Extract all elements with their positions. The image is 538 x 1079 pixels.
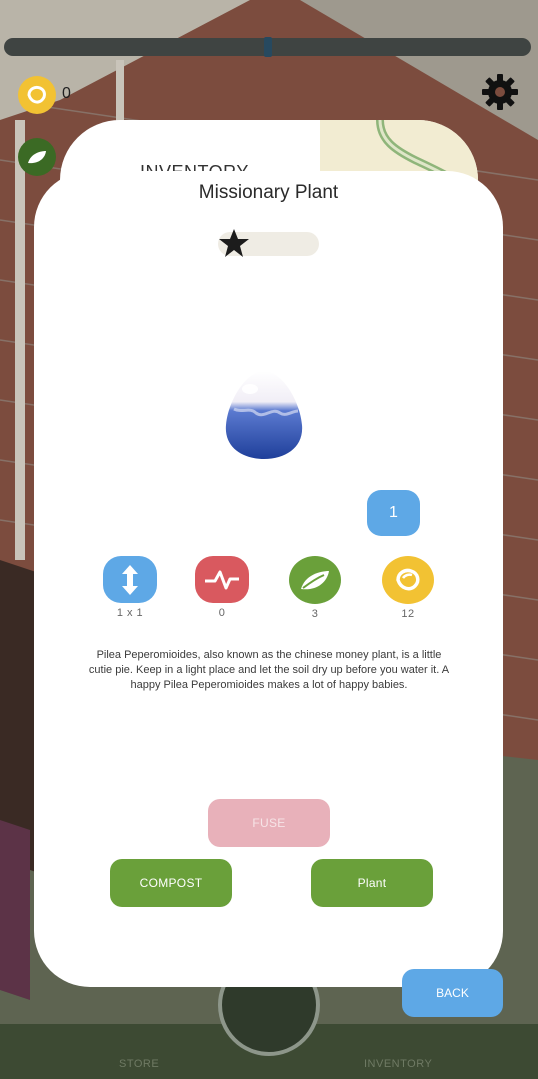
stat-health-value: 0 xyxy=(218,607,226,619)
size-arrows-icon xyxy=(103,556,157,603)
stat-leaves: 3 xyxy=(285,556,345,620)
compost-button[interactable]: COMPOST xyxy=(110,859,232,907)
stat-acorns: 12 xyxy=(378,556,438,620)
stat-health: 0 xyxy=(192,556,252,619)
acorn-count: 0 xyxy=(62,85,71,102)
acorn-icon xyxy=(27,85,46,104)
star-icon xyxy=(219,229,249,257)
nav-store[interactable]: STORE xyxy=(119,1058,159,1070)
stat-size-value: 1 x 1 xyxy=(116,607,144,619)
plant-seed-image xyxy=(225,371,303,459)
acorn-icon xyxy=(382,556,434,604)
acorn-resource xyxy=(18,76,56,114)
plant-button[interactable]: Plant xyxy=(311,859,433,907)
leaf-icon xyxy=(289,556,341,604)
fuse-button[interactable]: FUSE xyxy=(208,799,330,847)
settings-gear-icon[interactable] xyxy=(480,72,520,112)
plant-description: Pilea Peperomioides, also known as the c… xyxy=(88,649,450,691)
stat-acorns-value: 12 xyxy=(401,608,415,620)
stat-size: 1 x 1 xyxy=(100,556,160,619)
back-button[interactable]: BACK xyxy=(402,969,503,1017)
plant-detail-card: Missionary Plant 1 1 x 1 0 3 12 Pilea Pe… xyxy=(34,171,503,987)
leaf-resource xyxy=(18,138,56,176)
plant-name: Missionary Plant xyxy=(198,182,339,203)
leaf-icon xyxy=(28,151,46,164)
progress-knob xyxy=(264,37,272,57)
nav-inventory[interactable]: INVENTORY xyxy=(364,1058,432,1070)
quantity-badge: 1 xyxy=(367,490,420,536)
stat-leaves-value: 3 xyxy=(311,608,319,620)
pulse-icon xyxy=(195,556,249,603)
